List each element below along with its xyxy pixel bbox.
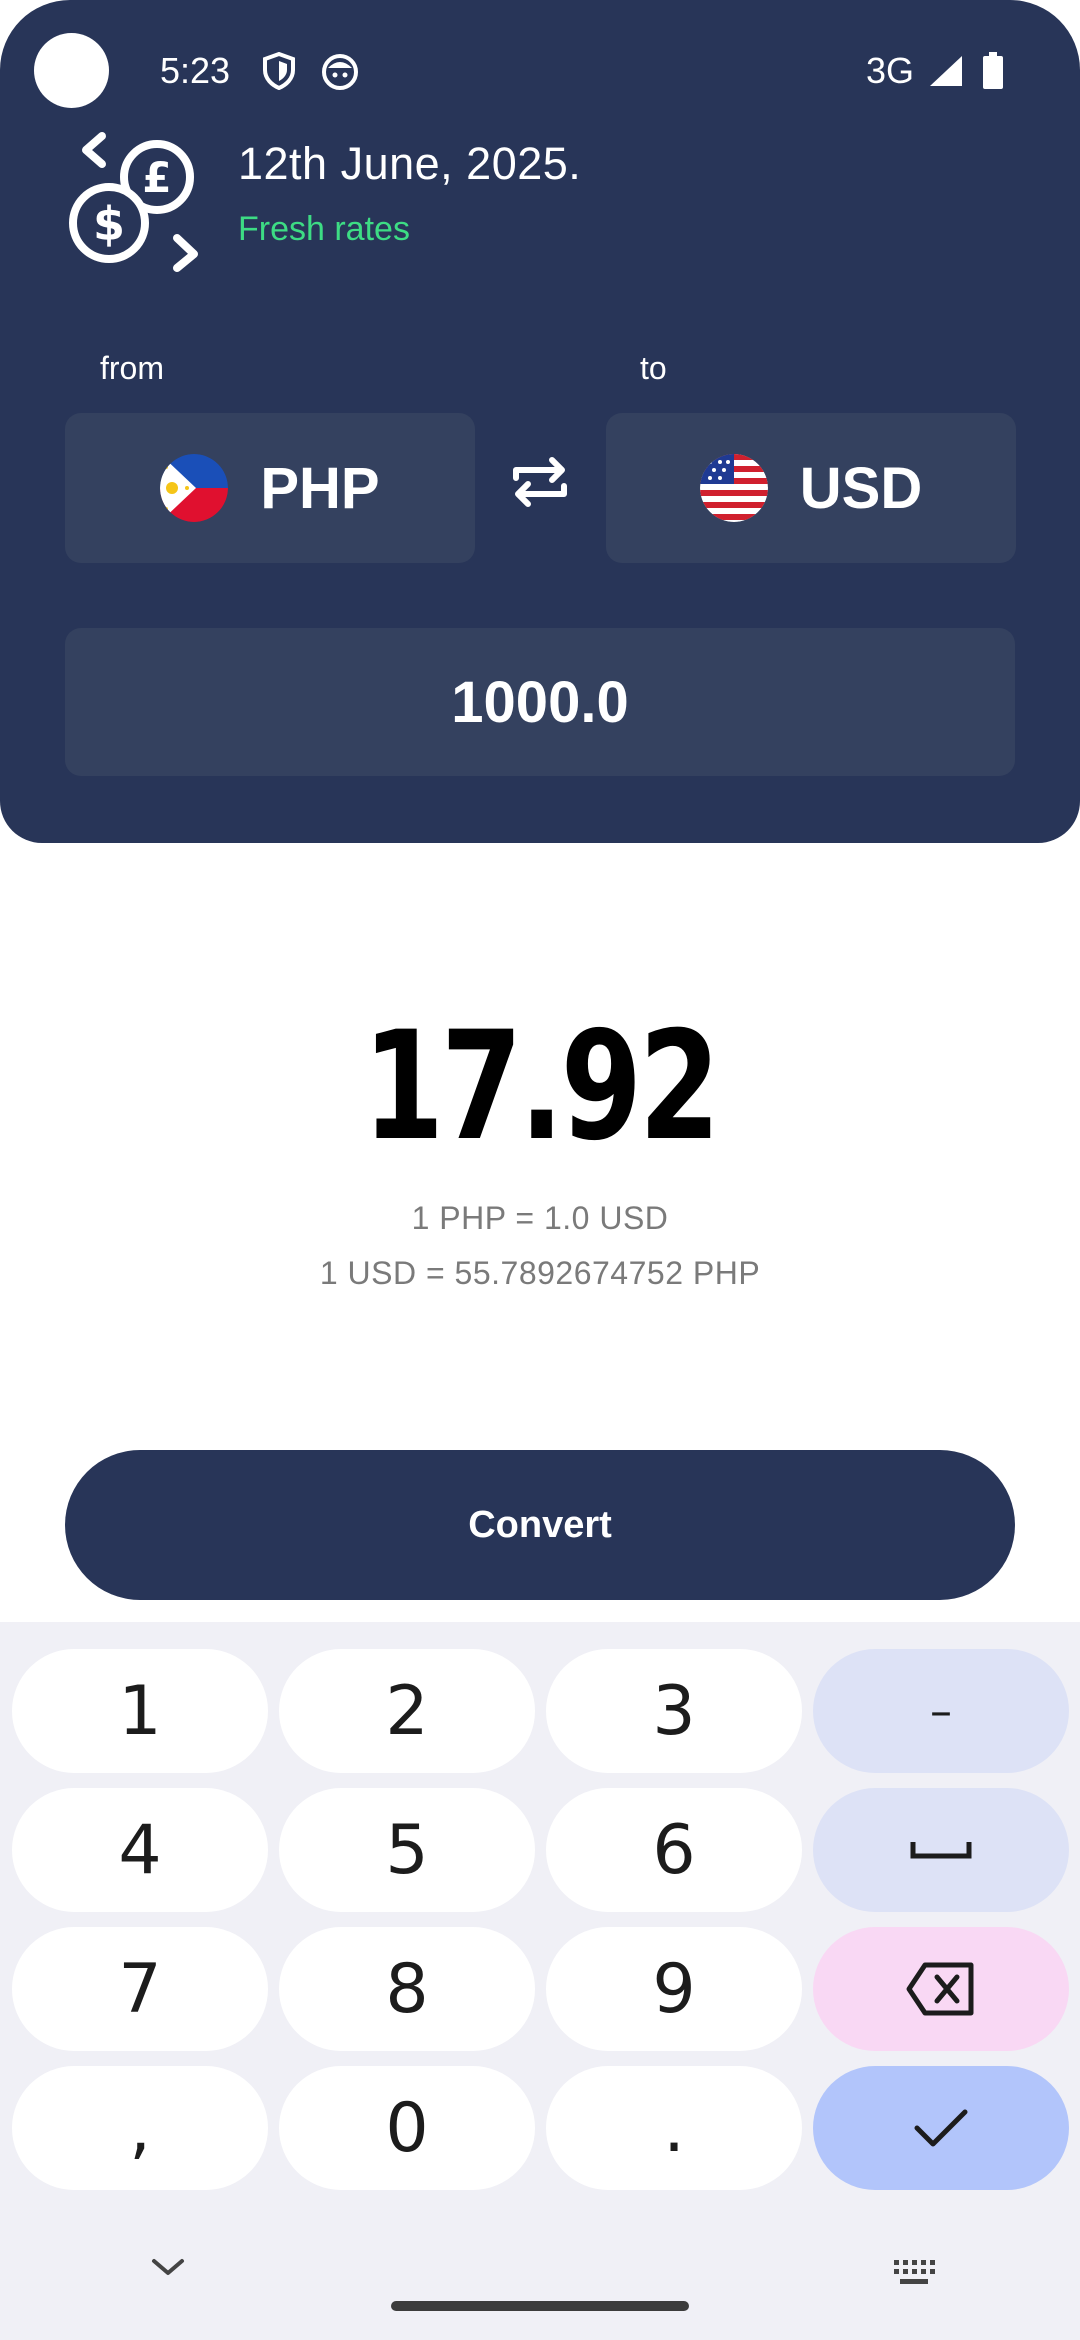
to-currency-selector[interactable]: USD (606, 413, 1016, 563)
rates-date: 12th June, 2025. (238, 138, 582, 189)
key-dot[interactable]: . (546, 2066, 802, 2190)
key-8[interactable]: 8 (279, 1927, 535, 2051)
space-icon (910, 1842, 972, 1859)
to-currency-code: USD (799, 455, 923, 521)
key-comma[interactable]: , (12, 2066, 268, 2190)
amount-input[interactable]: 1000.0 (65, 628, 1015, 776)
key-minus[interactable]: – (813, 1649, 1069, 1773)
forward-rate: 1 PHP = 1.0 USD (411, 1200, 669, 1236)
home-indicator[interactable] (391, 2301, 689, 2311)
battery-icon (983, 52, 1003, 89)
numeric-keyboard: 1 2 3 – 4 5 6 7 8 9 , 0 . (0, 1622, 1080, 2340)
keyboard-switch-icon[interactable] (892, 2258, 936, 2288)
swap-icon (513, 457, 567, 507)
key-2[interactable]: 2 (279, 1649, 535, 1773)
key-done[interactable] (813, 2066, 1069, 2190)
face-icon (322, 54, 358, 90)
key-1[interactable]: 1 (12, 1649, 268, 1773)
signal-icon (930, 56, 962, 86)
key-7[interactable]: 7 (12, 1927, 268, 2051)
to-label: to (640, 350, 667, 386)
from-currency-selector[interactable]: PHP (65, 413, 475, 563)
convert-button[interactable]: Convert (65, 1450, 1015, 1600)
camera-cutout (34, 33, 109, 108)
status-time: 5:23 (160, 50, 231, 91)
from-currency-code: PHP (260, 455, 380, 521)
hide-keyboard-chevron-icon[interactable] (150, 2255, 186, 2279)
header-panel: 5:23 3G £ $ 12th June, 2025. Fresh rates… (0, 0, 1080, 843)
shield-icon (263, 52, 295, 90)
currency-exchange-logo-icon: £ $ (69, 132, 198, 272)
philippines-flag-icon (160, 454, 229, 522)
swap-currencies-button[interactable] (505, 447, 575, 517)
key-5[interactable]: 5 (279, 1788, 535, 1912)
svg-text:$: $ (93, 197, 125, 251)
reverse-rate: 1 USD = 55.7892674752 PHP (319, 1255, 761, 1291)
key-space[interactable] (813, 1788, 1069, 1912)
key-backspace[interactable] (813, 1927, 1069, 2051)
from-label: from (100, 350, 164, 386)
svg-text:£: £ (142, 153, 171, 202)
converted-result: 17.92 (362, 1000, 721, 1174)
key-9[interactable]: 9 (546, 1927, 802, 2051)
key-3[interactable]: 3 (546, 1649, 802, 1773)
key-6[interactable]: 6 (546, 1788, 802, 1912)
key-0[interactable]: 0 (279, 2066, 535, 2190)
backspace-icon (906, 1962, 974, 2016)
status-bar: 5:23 3G (0, 0, 1080, 140)
usa-flag-icon (699, 454, 768, 522)
key-4[interactable]: 4 (12, 1788, 268, 1912)
checkmark-icon (914, 2109, 968, 2147)
network-type: 3G (866, 50, 915, 91)
rates-status: Fresh rates (238, 210, 410, 248)
